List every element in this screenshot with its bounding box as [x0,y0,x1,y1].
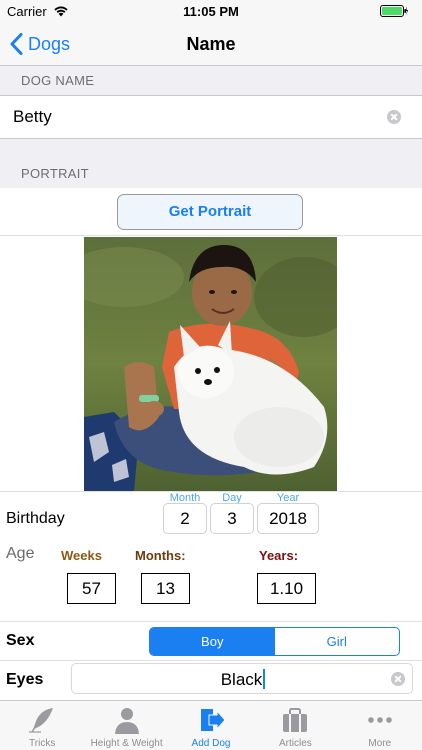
tab-more[interactable]: More [338,701,422,750]
age-label: Age [6,545,35,562]
birth-year-field[interactable]: 2018 [257,503,319,534]
sex-segmented-control: Boy Girl [149,627,400,656]
eyes-input[interactable]: Black [71,663,413,694]
tab-label: More [368,738,392,749]
tab-bar: Tricks Height & Weight Add Dog Articles … [0,700,422,750]
section-header-portrait: PORTRAIT [0,139,422,188]
years-heading: Years: [259,548,299,563]
text-cursor [263,669,266,689]
dog-name-field[interactable]: Betty [0,95,422,139]
eyes-value: Black [220,670,263,689]
sex-label: Sex [6,632,35,649]
more-icon [368,717,392,723]
age-weeks-value: 57 [67,573,116,604]
clear-icon[interactable] [391,672,405,686]
quill-icon [29,708,54,733]
clock-time: 11:05 PM [183,4,239,19]
tab-articles[interactable]: Articles [253,701,337,750]
clear-icon[interactable] [387,110,401,124]
page-title: Name [186,34,236,54]
birth-day-field[interactable]: 3 [210,503,254,534]
weeks-heading: Weeks [61,548,102,563]
briefcase-icon [283,708,308,732]
segment-girl[interactable]: Girl [275,628,400,655]
tab-label: Tricks [29,738,56,749]
tab-add-dog[interactable]: Add Dog [169,701,253,750]
tab-tricks[interactable]: Tricks [0,701,84,750]
birthday-label: Birthday [6,510,65,527]
divider [0,660,422,661]
add-dog-icon [201,709,226,731]
section-header-dog-name: DOG NAME [0,66,422,95]
eyes-label: Eyes [6,671,44,688]
tab-height-weight[interactable]: Height & Weight [84,701,168,750]
divider [0,621,422,622]
dog-name-value: Betty [13,107,52,126]
navigation-bar: Dogs Name [0,22,422,66]
get-portrait-button[interactable]: Get Portrait [117,194,303,230]
section-header-label: DOG NAME [21,73,95,88]
person-icon [114,708,139,734]
tab-label: Height & Weight [90,738,163,749]
age-years-value: 1.10 [257,573,316,604]
dog-portrait-photo[interactable] [84,237,337,491]
section-header-label: PORTRAIT [21,166,89,181]
battery-icon [380,5,408,17]
age-months-value: 13 [141,573,190,604]
tab-label: Articles [279,738,312,749]
status-bar: Carrier 11:05 PM [0,0,422,22]
segment-boy[interactable]: Boy [150,628,275,655]
portrait-button-row: Get Portrait [0,188,422,236]
months-heading: Months: [135,548,186,563]
tab-label: Add Dog [191,738,231,749]
birth-month-field[interactable]: 2 [163,503,207,534]
